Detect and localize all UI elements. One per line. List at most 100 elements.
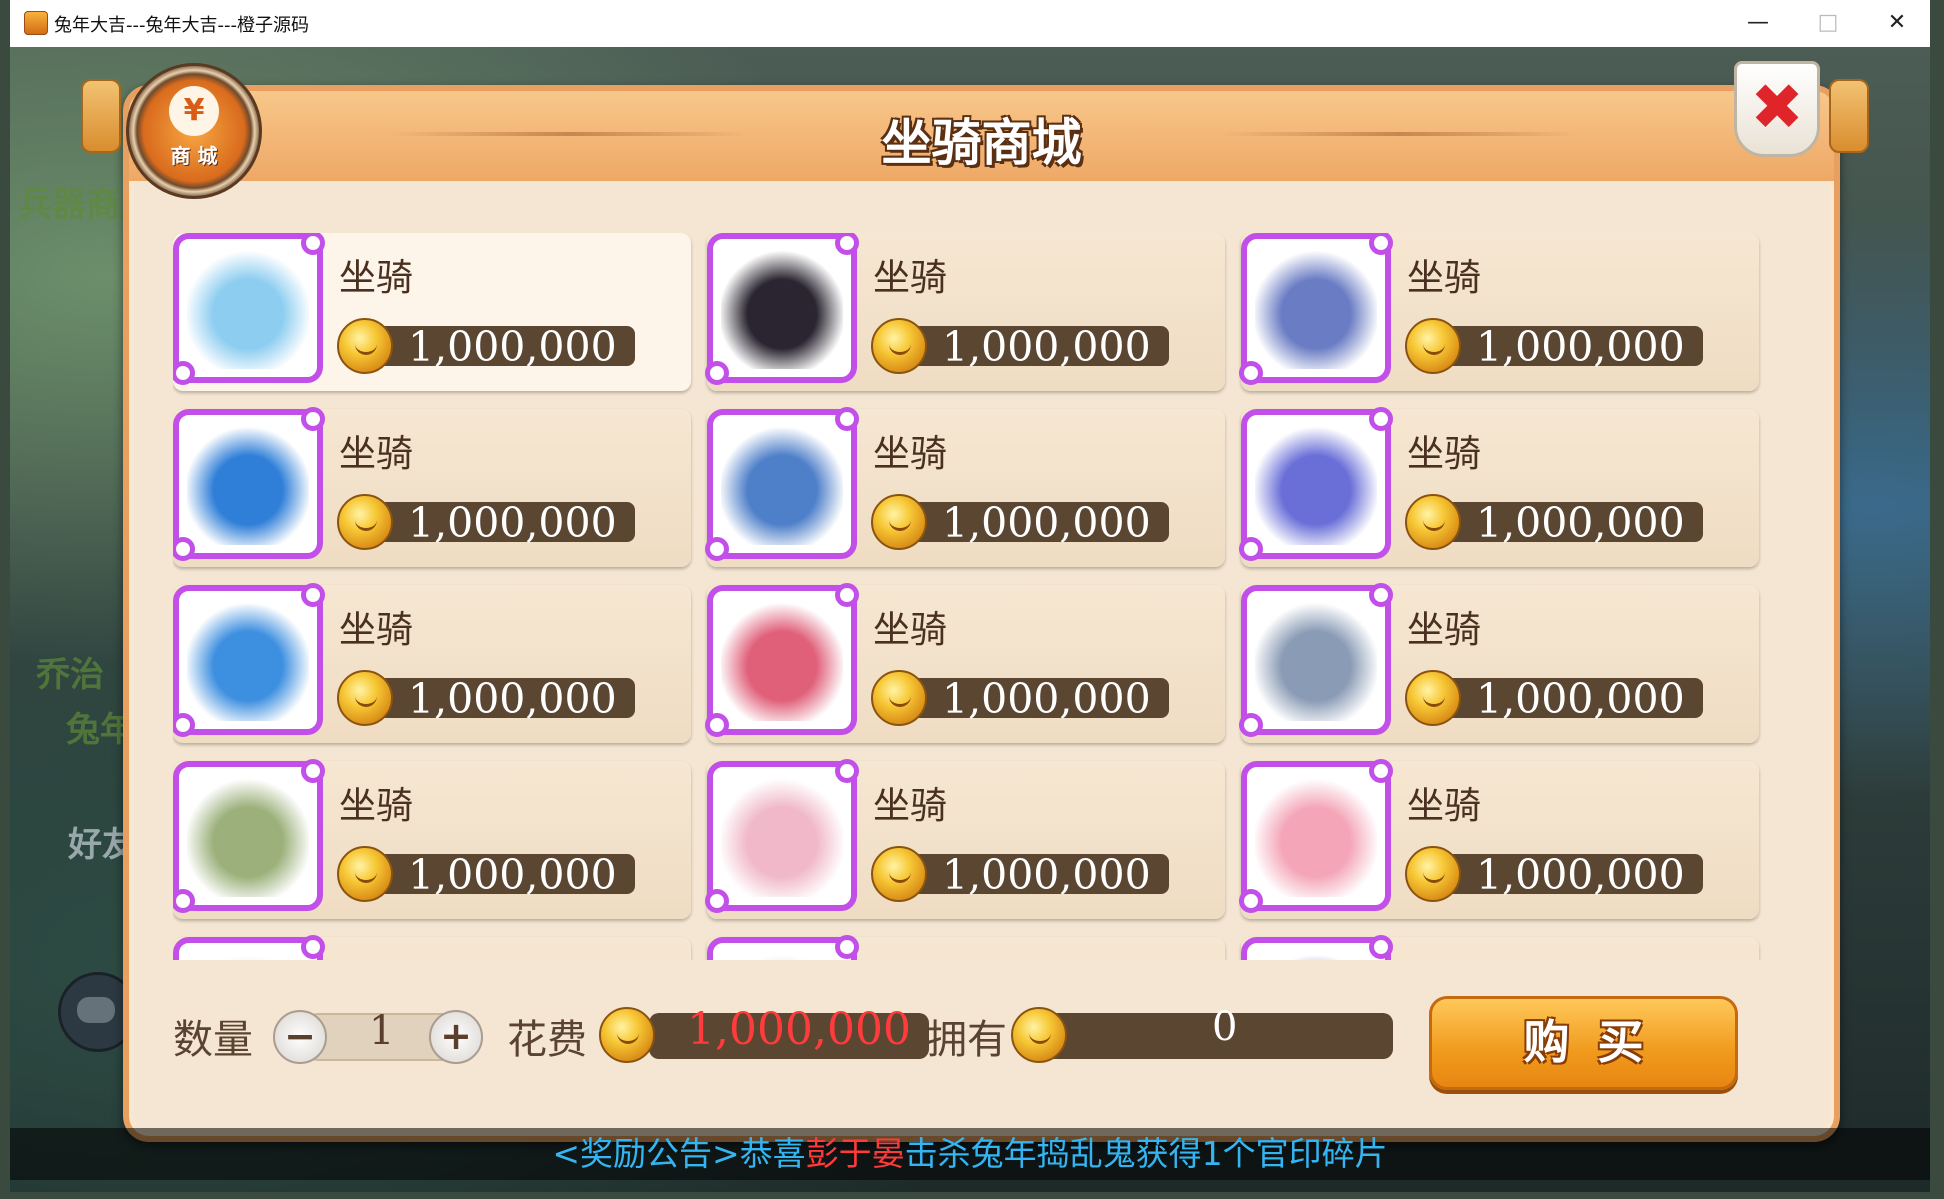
mount-item-card[interactable]: 坐骑 1,000,000 bbox=[173, 233, 691, 391]
coin-icon bbox=[1405, 846, 1461, 902]
coin-icon bbox=[1405, 494, 1461, 550]
frame-corner-ornament bbox=[705, 713, 729, 737]
mount-image bbox=[1255, 423, 1377, 545]
mount-name: 坐骑 bbox=[339, 256, 413, 299]
close-button[interactable]: ✖ bbox=[1734, 61, 1820, 157]
shop-badge-label: 商 城 bbox=[170, 144, 218, 168]
scroll-pin-left bbox=[81, 79, 121, 153]
mount-image bbox=[721, 951, 843, 960]
mount-price: 1,000,000 bbox=[942, 499, 1151, 547]
mount-item-card[interactable]: 坐骑 1,000,000 bbox=[1239, 407, 1759, 567]
mount-item-grid[interactable]: 坐骑 1,000,000 坐骑 1,000,000 坐骑 1,000,000 坐骑 1,000… bbox=[173, 233, 1773, 960]
mount-item-card[interactable]: 坐骑 1,000,000 bbox=[1239, 583, 1759, 743]
mount-name: 坐骑 bbox=[873, 784, 947, 827]
mount-item-card[interactable]: 坐骑 bbox=[707, 935, 1225, 960]
mount-image bbox=[1255, 775, 1377, 897]
mount-name: 坐骑 bbox=[339, 608, 413, 651]
frame-corner-ornament bbox=[705, 889, 729, 913]
mount-name: 坐骑 bbox=[339, 432, 413, 475]
mount-image bbox=[721, 599, 843, 721]
quantity-plus-button[interactable]: + bbox=[429, 1010, 483, 1064]
mount-item-card[interactable]: 坐骑 1,000,000 bbox=[705, 407, 1225, 567]
mount-item-card[interactable]: 坐骑 1,000,000 bbox=[173, 583, 691, 743]
quantity-minus-button[interactable]: − bbox=[273, 1010, 327, 1064]
mount-price: 1,000,000 bbox=[1476, 323, 1685, 371]
mount-name: 坐骑 bbox=[339, 951, 413, 960]
quantity-label: 数量 bbox=[173, 1017, 253, 1063]
mount-item-card[interactable]: 坐骑 1,000,000 bbox=[173, 407, 691, 567]
mount-price: 1,000,000 bbox=[408, 323, 617, 371]
coin-icon bbox=[1011, 1007, 1067, 1063]
mount-thumbnail-frame bbox=[705, 759, 859, 913]
mount-price: 1,000,000 bbox=[1476, 499, 1685, 547]
mount-item-card[interactable]: 坐骑 1,000,000 bbox=[705, 583, 1225, 743]
mount-thumbnail-frame bbox=[173, 583, 325, 737]
coin-icon bbox=[599, 1007, 655, 1063]
maximize-button[interactable]: □ bbox=[1793, 0, 1863, 46]
frame-corner-ornament bbox=[173, 361, 195, 385]
mount-price: 1,000,000 bbox=[942, 675, 1151, 723]
mount-name: 坐骑 bbox=[1407, 608, 1481, 651]
mount-thumbnail-frame bbox=[173, 407, 325, 561]
mount-thumbnail-frame bbox=[705, 233, 859, 385]
mount-name: 坐骑 bbox=[1407, 432, 1481, 475]
mount-name: 坐骑 bbox=[873, 256, 947, 299]
announcement-player[interactable]: 彭于晏 bbox=[806, 1134, 905, 1173]
money-bag-icon: ¥ bbox=[169, 86, 219, 136]
frame-corner-ornament bbox=[301, 583, 325, 607]
panel-title: 坐骑商城 bbox=[881, 114, 1082, 172]
mount-image bbox=[1255, 599, 1377, 721]
scroll-pin-right bbox=[1829, 79, 1869, 153]
owned-field bbox=[1021, 1013, 1393, 1059]
frame-corner-ornament bbox=[1369, 759, 1393, 783]
mount-price: 1,000,000 bbox=[408, 851, 617, 899]
mount-thumbnail-frame bbox=[1239, 759, 1393, 913]
frame-corner-ornament bbox=[835, 759, 859, 783]
mount-price: 1,000,000 bbox=[1476, 851, 1685, 899]
frame-corner-ornament bbox=[301, 759, 325, 783]
mount-item-card[interactable]: 坐骑 1,000,000 bbox=[1239, 759, 1759, 919]
frame-corner-ornament bbox=[835, 233, 859, 255]
mount-item-card[interactable]: 坐骑 1,000,000 bbox=[705, 759, 1225, 919]
mount-image bbox=[721, 775, 843, 897]
mount-image bbox=[721, 423, 843, 545]
quantity-value[interactable]: 1 bbox=[369, 1008, 394, 1054]
announcement-suffix: 击杀兔年捣乱鬼获得1个官印碎片 bbox=[904, 1134, 1388, 1173]
announcement-bar: <奖励公告>恭喜彭于晏击杀兔年捣乱鬼获得1个官印碎片 bbox=[10, 1128, 1930, 1180]
mount-image bbox=[187, 775, 309, 897]
buy-button[interactable]: 购买 bbox=[1429, 996, 1738, 1090]
mount-image bbox=[721, 247, 843, 369]
mount-price: 1,000,000 bbox=[1476, 675, 1685, 723]
frame-corner-ornament bbox=[173, 889, 195, 913]
mount-name: 坐骑 bbox=[339, 784, 413, 827]
mount-item-card[interactable]: 坐骑 1,000,000 bbox=[705, 233, 1225, 391]
window-titlebar: 兔年大吉---兔年大吉---橙子源码 — □ ✕ bbox=[10, 0, 1930, 48]
mount-thumbnail-frame bbox=[1241, 935, 1393, 960]
mount-thumbnail-frame bbox=[1239, 407, 1393, 561]
frame-corner-ornament bbox=[173, 537, 195, 561]
mount-name: 坐骑 bbox=[873, 608, 947, 651]
mount-image bbox=[1255, 951, 1377, 960]
mount-thumbnail-frame bbox=[173, 759, 325, 913]
mount-item-card[interactable]: 坐骑 1,000,000 bbox=[173, 759, 691, 919]
mount-image bbox=[187, 423, 309, 545]
frame-corner-ornament bbox=[301, 935, 325, 959]
minimize-button[interactable]: — bbox=[1723, 0, 1793, 46]
mount-price: 1,000,000 bbox=[408, 675, 617, 723]
mount-thumbnail-frame bbox=[1239, 583, 1393, 737]
mount-item-card[interactable]: 坐骑 bbox=[1241, 935, 1759, 960]
frame-corner-ornament bbox=[301, 407, 325, 431]
mount-item-card[interactable]: 坐骑 bbox=[173, 935, 691, 960]
owned-value: 0 bbox=[1212, 1004, 1238, 1050]
window-close-button[interactable]: ✕ bbox=[1862, 0, 1932, 46]
mount-thumbnail-frame bbox=[173, 233, 325, 385]
frame-corner-ornament bbox=[1369, 583, 1393, 607]
mount-thumbnail-frame bbox=[705, 407, 859, 561]
frame-corner-ornament bbox=[835, 935, 859, 959]
mount-price: 1,000,000 bbox=[942, 851, 1151, 899]
mount-image bbox=[1255, 247, 1377, 369]
mount-item-card[interactable]: 坐骑 1,000,000 bbox=[1239, 233, 1759, 391]
coin-icon bbox=[337, 846, 393, 902]
mount-image bbox=[187, 951, 309, 960]
mount-name: 坐骑 bbox=[873, 951, 947, 960]
